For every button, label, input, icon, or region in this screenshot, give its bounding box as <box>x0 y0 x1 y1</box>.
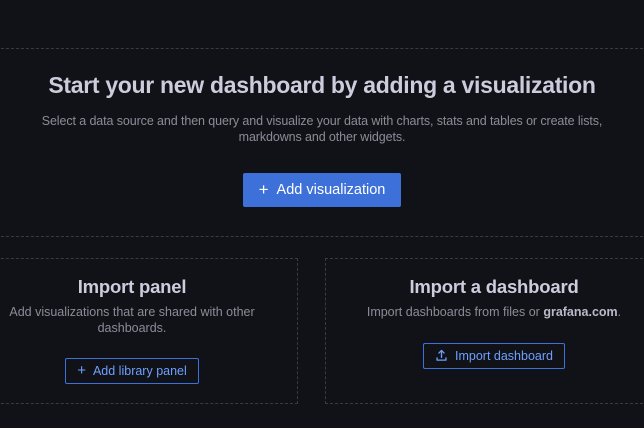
grafana-com-text: grafana.com <box>543 305 617 319</box>
subtitle-line-2: markdowns and other widgets. <box>0 129 644 145</box>
subtitle-line-1: Select a data source and then query and … <box>0 113 644 129</box>
import-panel-button-row: + Add library panel <box>0 358 297 384</box>
plus-icon: + <box>259 181 269 198</box>
plus-icon: + <box>77 363 86 378</box>
import-dashboard-button-row: Import dashboard <box>326 343 644 369</box>
page-subtitle: Select a data source and then query and … <box>0 113 644 145</box>
import-panel-title: Import panel <box>0 274 297 300</box>
page-title: Start your new dashboard by adding a vis… <box>0 70 644 100</box>
import-dashboard-description-text: Import dashboards from files or <box>367 305 543 319</box>
add-visualization-button[interactable]: + Add visualization <box>243 173 402 207</box>
import-dashboard-label: Import dashboard <box>455 349 553 363</box>
cta-button-row: + Add visualization <box>0 173 644 207</box>
upload-icon <box>435 349 448 362</box>
add-visualization-label: Add visualization <box>277 182 386 198</box>
add-library-panel-label: Add library panel <box>93 364 187 378</box>
import-panel-card: Import panel Add visualizations that are… <box>0 258 298 404</box>
import-dashboard-title: Import a dashboard <box>326 274 644 300</box>
import-panel-description-line-2: dashboards. <box>0 321 297 337</box>
import-cards-row: Import panel Add visualizations that are… <box>0 258 644 404</box>
import-panel-description-line-1: Add visualizations that are shared with … <box>0 305 297 321</box>
import-dashboard-card: Import a dashboard Import dashboards fro… <box>325 258 644 404</box>
import-dashboard-description: Import dashboards from files or grafana.… <box>326 305 644 321</box>
empty-dashboard-cta-panel: Start your new dashboard by adding a vis… <box>0 48 644 237</box>
add-library-panel-button[interactable]: + Add library panel <box>65 358 199 384</box>
import-dashboard-description-period: . <box>618 305 621 319</box>
import-panel-description: Add visualizations that are shared with … <box>0 305 297 336</box>
dashboard-canvas-top-area <box>0 0 644 48</box>
import-dashboard-button[interactable]: Import dashboard <box>423 343 565 369</box>
